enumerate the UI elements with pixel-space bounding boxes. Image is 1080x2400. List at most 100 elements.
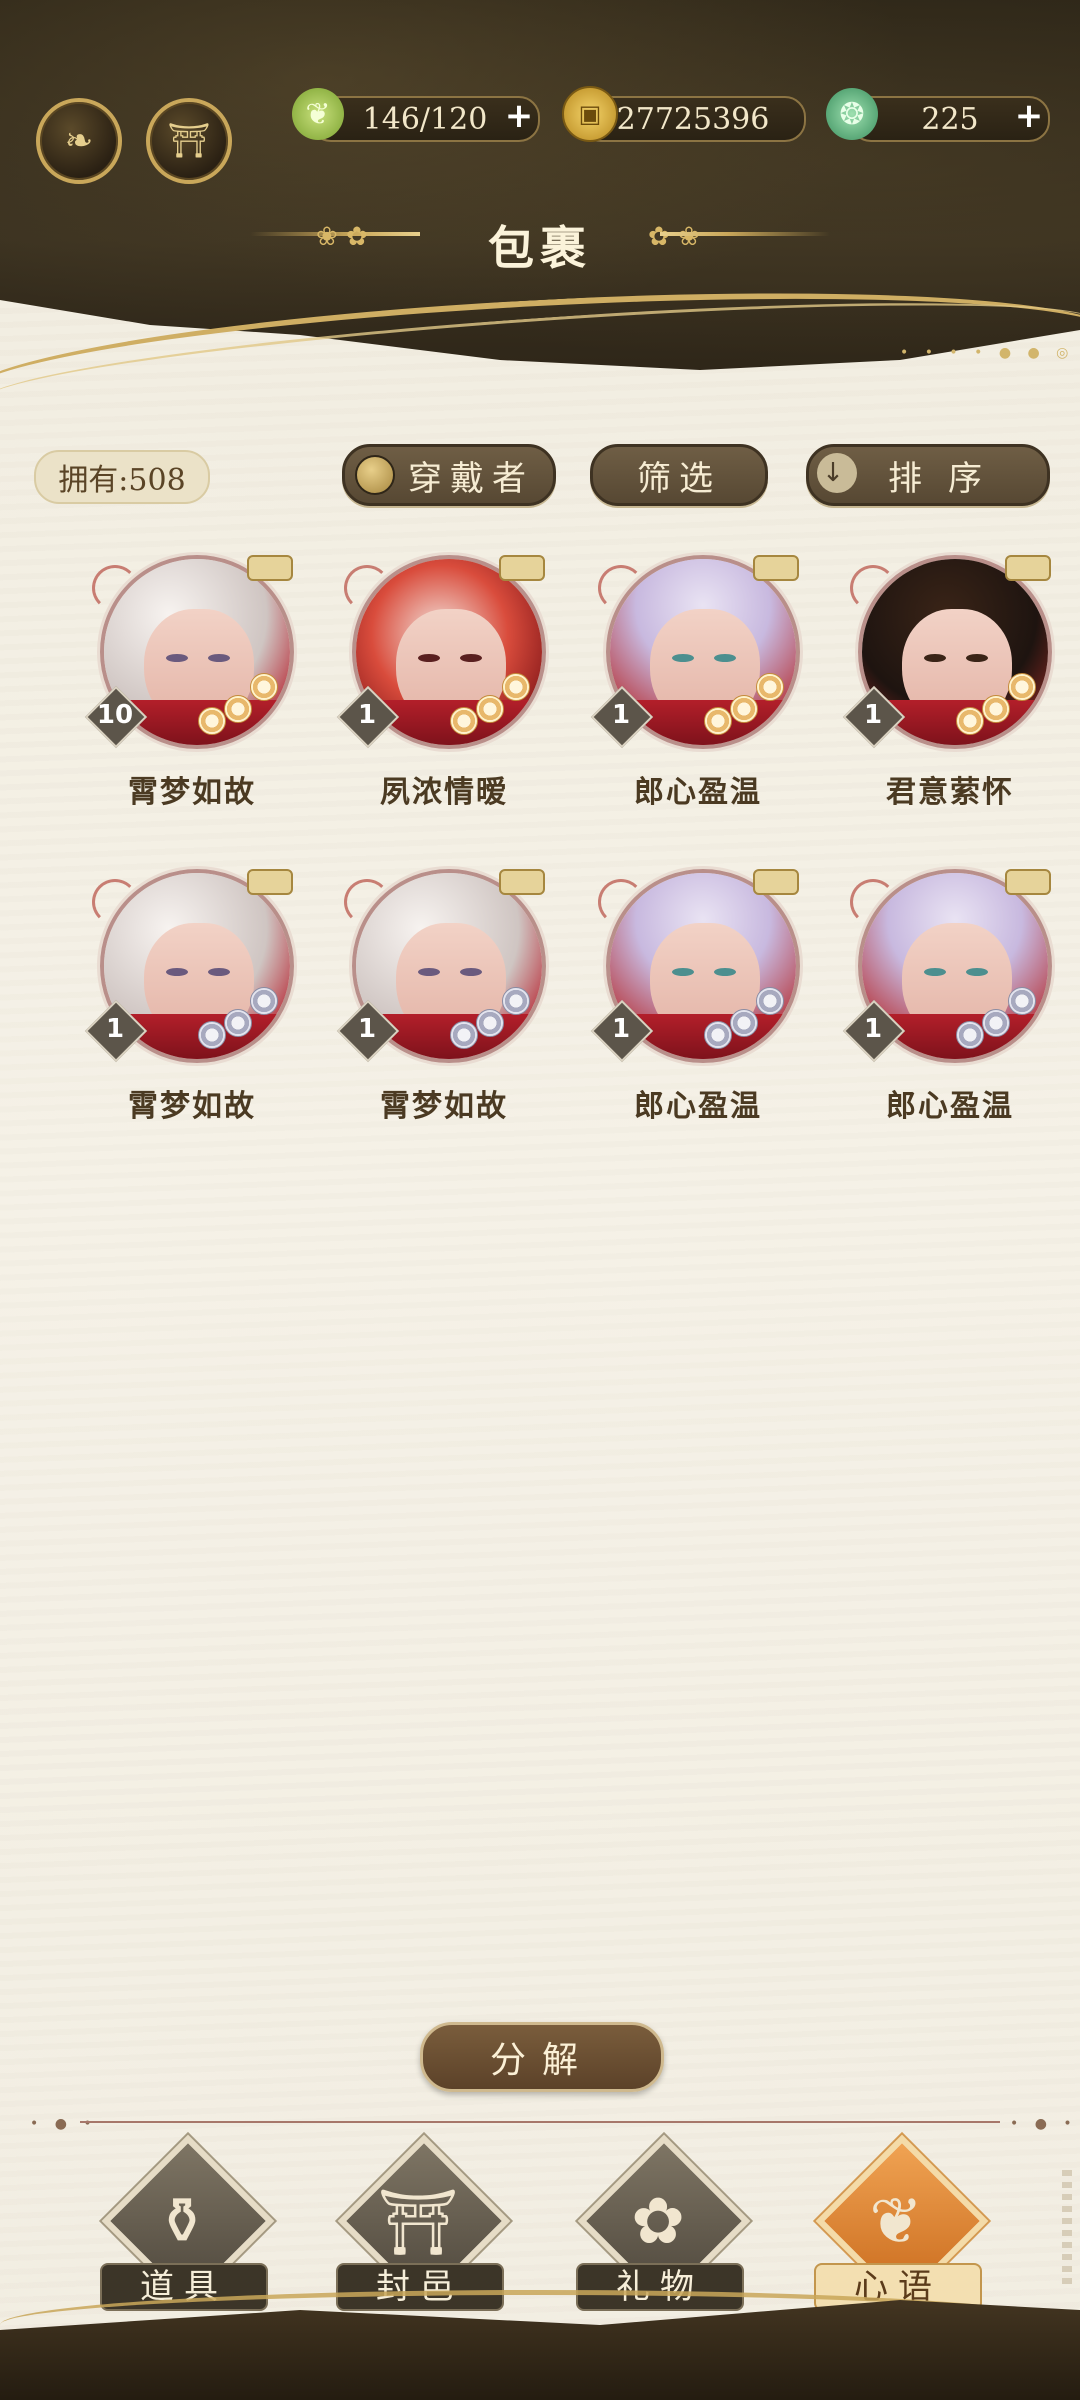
filter-label: 筛选	[637, 458, 721, 499]
portrait-eye-right	[714, 654, 736, 662]
item-level: 1	[357, 1014, 377, 1044]
blossom-icon	[224, 1009, 252, 1037]
blossom-icon	[250, 673, 278, 701]
portrait-eye-left	[924, 654, 946, 662]
blossom-icon	[198, 707, 226, 735]
rarity-tag-icon	[247, 869, 293, 895]
blossom-icon	[1008, 987, 1036, 1015]
blossom-icon	[250, 987, 278, 1015]
wearer-label: 穿戴者	[408, 458, 534, 499]
portrait-eye-left	[418, 654, 440, 662]
title-flower-right-icon: ✿ ❀	[648, 222, 700, 252]
portrait-eye-left	[924, 968, 946, 976]
item-card[interactable]: 1 夙浓情暧	[336, 555, 546, 825]
pavilion-icon: ⛩	[167, 121, 211, 161]
blossom-icon	[756, 987, 784, 1015]
blossom-icon	[982, 1009, 1010, 1037]
blossom-icon	[198, 1021, 226, 1049]
item-name: 霄梦如故	[128, 775, 256, 810]
rarity-tag-icon	[753, 555, 799, 581]
side-scroll-indicator	[1062, 2170, 1072, 2290]
blossom-icon	[224, 695, 252, 723]
item-name: 霄梦如故	[380, 1089, 508, 1124]
decompose-label: 分解	[489, 2040, 594, 2081]
item-name: 霄梦如故	[128, 1089, 256, 1124]
portrait-eye-left	[166, 654, 188, 662]
item-card[interactable]: 10 霄梦如故	[84, 555, 294, 825]
portrait-eye-right	[208, 654, 230, 662]
divider-dots-left: • ● •	[30, 2116, 98, 2132]
divider-dots-right: • ● •	[1010, 2116, 1078, 2132]
portrait-eye-left	[166, 968, 188, 976]
blossom-icon	[476, 1009, 504, 1037]
wearer-button[interactable]: 穿戴者	[342, 444, 556, 506]
item-level: 1	[611, 1014, 631, 1044]
item-card[interactable]: 1 郎心盈温	[590, 555, 800, 825]
header-dots: • • • • ● ● ◎	[900, 345, 1075, 361]
blossom-icon	[502, 987, 530, 1015]
wearer-toggle-icon	[355, 455, 395, 495]
blossom-icon	[982, 695, 1010, 723]
stamina-add-button[interactable]: +	[501, 98, 537, 134]
blossom-icon	[704, 1021, 732, 1049]
page-title: 包裹	[488, 221, 592, 275]
sort-label: 排序	[888, 458, 1008, 499]
portrait-eye-left	[418, 968, 440, 976]
title-wrap: 包裹	[250, 210, 830, 280]
jade-add-button[interactable]: +	[1011, 98, 1047, 134]
jar-icon: ⚱	[155, 2185, 209, 2259]
item-name: 夙浓情暧	[380, 775, 508, 810]
blossom-icon	[730, 1009, 758, 1037]
blossom-icon	[730, 695, 758, 723]
item-level: 1	[863, 700, 883, 730]
filter-button[interactable]: 筛选	[590, 444, 768, 506]
item-level: 1	[357, 700, 377, 730]
blossom-icon	[756, 673, 784, 701]
back-button[interactable]: ❧	[36, 98, 122, 184]
decompose-button[interactable]: 分解	[420, 2022, 664, 2092]
blossom-icon	[956, 707, 984, 735]
leaf-back-icon: ❧	[64, 121, 94, 161]
folding-fan-icon: ✿	[631, 2185, 685, 2259]
blossom-icon	[704, 707, 732, 735]
home-button[interactable]: ⛩	[146, 98, 232, 184]
blossom-icon	[502, 673, 530, 701]
item-card[interactable]: 1 郎心盈温	[590, 869, 800, 1139]
blossom-icon	[956, 1021, 984, 1049]
item-name: 郎心盈温	[886, 1089, 1014, 1124]
portrait-eye-left	[672, 968, 694, 976]
jade-value: 225	[921, 101, 979, 137]
blossom-icon	[476, 695, 504, 723]
item-level: 1	[611, 700, 631, 730]
item-card[interactable]: 1 君意萦怀	[842, 555, 1052, 825]
rarity-tag-icon	[499, 869, 545, 895]
title-ornament-right	[660, 232, 830, 236]
item-card[interactable]: 1 霄梦如故	[84, 869, 294, 1139]
stamina-value: 146/120	[362, 101, 488, 137]
owned-count-badge: 拥有:508	[34, 450, 210, 504]
portrait-eye-right	[208, 968, 230, 976]
portrait-eye-left	[672, 654, 694, 662]
rarity-tag-icon	[753, 869, 799, 895]
palace-icon: ⛩	[377, 2186, 459, 2260]
item-level: 1	[105, 1014, 125, 1044]
portrait-eye-right	[966, 654, 988, 662]
sort-button[interactable]: ↓ 排序	[806, 444, 1050, 506]
sort-arrow-icon: ↓	[817, 453, 857, 493]
portrait-eye-right	[460, 654, 482, 662]
item-level: 10	[96, 700, 134, 730]
rarity-tag-icon	[247, 555, 293, 581]
item-name: 郎心盈温	[634, 775, 762, 810]
jade-cicada-icon: ❂	[826, 88, 878, 140]
rarity-tag-icon	[1005, 555, 1051, 581]
rarity-tag-icon	[1005, 869, 1051, 895]
blossom-icon	[450, 1021, 478, 1049]
item-card[interactable]: 1 郎心盈温	[842, 869, 1052, 1139]
blossom-icon	[450, 707, 478, 735]
heart-knot-icon: ❦	[869, 2185, 923, 2259]
item-card[interactable]: 1 霄梦如故	[336, 869, 546, 1139]
item-name: 君意萦怀	[886, 775, 1014, 810]
owned-count-text: 拥有:508	[58, 463, 186, 498]
item-level: 1	[863, 1014, 883, 1044]
coin-value: 27725396	[616, 101, 770, 137]
